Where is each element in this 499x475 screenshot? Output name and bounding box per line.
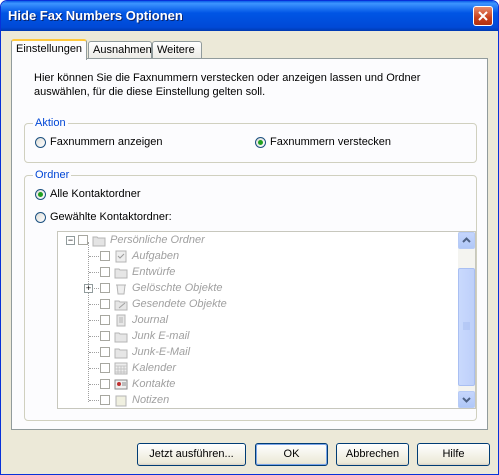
checkbox[interactable] <box>100 283 110 293</box>
sent-icon <box>114 300 128 310</box>
tree-item-geloeschte-objekte[interactable]: Gelöschte Objekte <box>100 280 223 296</box>
radio-label: Alle Kontaktordner <box>50 188 141 200</box>
tree-scrollbar[interactable] <box>458 232 475 408</box>
checkbox[interactable] <box>100 363 110 373</box>
checkbox[interactable] <box>100 267 110 277</box>
tree-connector <box>88 242 89 402</box>
tree-item-junk-e-mail[interactable]: Junk E-mail <box>100 328 189 344</box>
expand-icon[interactable]: + <box>84 284 93 293</box>
folder-tree-icon <box>92 236 106 246</box>
radio-faxnummern-verstecken[interactable]: Faxnummern verstecken <box>255 136 391 148</box>
contacts-icon <box>114 379 128 389</box>
grip-icon <box>463 322 470 330</box>
checkbox[interactable] <box>100 299 110 309</box>
collapse-icon[interactable]: − <box>66 236 75 245</box>
folder-icon <box>114 332 128 342</box>
tab-einstellungen[interactable]: Einstellungen <box>11 39 87 60</box>
tree-item-junk-e-mail-2[interactable]: Junk-E-Mail <box>100 344 190 360</box>
tab-weitere[interactable]: Weitere <box>152 41 202 58</box>
scroll-thumb[interactable] <box>458 268 475 386</box>
title-bar[interactable]: Hide Fax Numbers Optionen <box>1 1 498 31</box>
checkbox[interactable] <box>100 315 110 325</box>
trash-icon <box>116 284 126 294</box>
cancel-button[interactable]: Abbrechen <box>336 443 409 466</box>
journal-icon <box>116 314 126 326</box>
window-title: Hide Fax Numbers Optionen <box>8 8 183 23</box>
aktion-group-label: Aktion <box>33 116 68 130</box>
close-icon <box>478 11 488 21</box>
calendar-icon <box>114 362 128 374</box>
radio-alle-kontaktordner[interactable]: Alle Kontaktordner <box>35 188 141 200</box>
folder-icon <box>114 268 128 278</box>
tree-item-notizen[interactable]: Notizen <box>100 392 169 408</box>
tree-item-gesendete-objekte[interactable]: Gesendete Objekte <box>100 296 227 312</box>
tree-item-aufgaben[interactable]: Aufgaben <box>100 248 179 264</box>
radio-button-selected-icon[interactable] <box>35 188 46 200</box>
close-button[interactable] <box>473 6 493 26</box>
checkbox[interactable] <box>100 347 110 357</box>
tasks-icon <box>115 250 127 262</box>
tree-root-persoenliche-ordner[interactable]: Persönliche Ordner <box>78 232 205 248</box>
checkbox[interactable] <box>100 251 110 261</box>
radio-label: Gewählte Kontaktordner: <box>50 211 172 223</box>
tree-item-journal[interactable]: Journal <box>100 312 168 328</box>
tree-item-kontakte[interactable]: Kontakte <box>100 376 175 392</box>
tree-item-entwuerfe[interactable]: Entwürfe <box>100 264 175 280</box>
dialog-window: Hide Fax Numbers Optionen Einstellungen … <box>0 0 499 475</box>
description-text: Hier können Sie die Faxnummern verstecke… <box>34 72 421 98</box>
help-button[interactable]: Hilfe <box>417 443 490 466</box>
aktion-group: Aktion Faxnummern anzeigen Faxnummern ve… <box>24 116 477 163</box>
checkbox[interactable] <box>100 331 110 341</box>
notes-icon <box>115 395 127 406</box>
chevron-up-icon <box>462 237 471 243</box>
tab-panel-einstellungen: Hier können Sie die Faxnummern verstecke… <box>11 58 488 430</box>
radio-button-selected-icon[interactable] <box>255 136 266 148</box>
run-now-button[interactable]: Jetzt ausführen... <box>137 443 246 466</box>
scroll-down-button[interactable] <box>458 391 475 408</box>
radio-label: Faxnummern verstecken <box>270 136 392 148</box>
ordner-group-label: Ordner <box>33 168 72 182</box>
folder-icon <box>114 348 128 358</box>
radio-button-icon[interactable] <box>35 211 46 223</box>
tree-item-kalender[interactable]: Kalender <box>100 360 176 376</box>
scroll-up-button[interactable] <box>458 232 475 249</box>
checkbox[interactable] <box>100 379 110 389</box>
tab-ausnahmen[interactable]: Ausnahmen <box>88 41 152 58</box>
folder-tree[interactable]: − Persönliche Ordner Aufgaben Entwürfe + <box>57 231 476 409</box>
radio-label: Faxnummern anzeigen <box>50 136 163 148</box>
checkbox[interactable] <box>100 395 110 405</box>
radio-button-icon[interactable] <box>35 136 46 148</box>
chevron-down-icon <box>462 397 471 403</box>
ok-button[interactable]: OK <box>255 443 328 466</box>
radio-faxnummern-anzeigen[interactable]: Faxnummern anzeigen <box>35 136 163 148</box>
radio-gewaehlte-kontaktordner[interactable]: Gewählte Kontaktordner: <box>35 211 172 223</box>
checkbox[interactable] <box>78 235 88 245</box>
